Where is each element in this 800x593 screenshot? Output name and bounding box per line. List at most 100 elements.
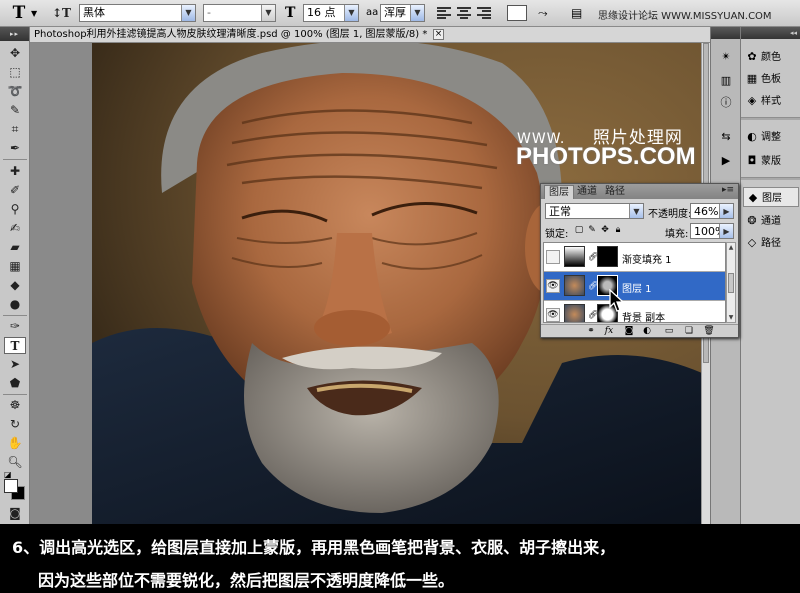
layers-scrollbar[interactable]: ▲ ▼: [726, 242, 736, 323]
dock-item-layers[interactable]: ◆ 图层: [743, 187, 799, 207]
move-tool-icon[interactable]: ✥: [4, 45, 26, 62]
font-style-select[interactable]: - ▼: [203, 4, 276, 22]
adjustment-icon[interactable]: ◐: [641, 326, 653, 337]
toolbox-grip[interactable]: ▸▸: [0, 27, 29, 41]
dock-item-styles[interactable]: ◈ 样式: [743, 91, 799, 111]
warp-text-icon[interactable]: ⤳: [538, 4, 556, 22]
tool-preset-dropdown-icon[interactable]: ▼: [31, 9, 37, 27]
text-color-swatch[interactable]: [507, 5, 527, 21]
path-selection-tool-icon[interactable]: ➤: [4, 356, 26, 373]
fill-label: 填充:: [665, 229, 689, 240]
tab-layers[interactable]: 图层: [544, 185, 574, 199]
layer-row[interactable]: 👁︎ 🔗︎ 背景 副本: [544, 301, 725, 322]
dock-item-adjustments[interactable]: ◐ 调整: [743, 127, 799, 147]
chevron-down-icon[interactable]: ▼: [344, 5, 358, 21]
actions-icon[interactable]: ▶: [718, 153, 734, 169]
3d-rotate-tool-icon[interactable]: ☸: [4, 397, 26, 414]
brush-tool-icon[interactable]: ✐: [4, 182, 26, 199]
dodge-tool-icon[interactable]: ●: [4, 296, 26, 313]
adjustments-icon: ◐: [747, 130, 757, 143]
align-left-button[interactable]: [436, 5, 452, 21]
eye-icon[interactable]: 👁︎: [546, 308, 560, 322]
layers-icon: ◆: [748, 191, 758, 204]
chevron-down-icon[interactable]: ▼: [629, 204, 643, 218]
navigator-icon[interactable]: ✴: [718, 49, 734, 65]
new-layer-icon[interactable]: ❏: [683, 326, 695, 337]
chevron-right-icon[interactable]: ▶: [719, 204, 733, 218]
font-family-select[interactable]: 黑体 ▼: [79, 4, 196, 22]
quick-selection-tool-icon[interactable]: ✎: [4, 102, 26, 119]
dock-item-color[interactable]: ✿ 颜色: [743, 47, 799, 67]
pen-tool-icon[interactable]: ✑: [4, 318, 26, 335]
align-right-button[interactable]: [476, 5, 492, 21]
opacity-field[interactable]: 46% ▶: [690, 203, 734, 219]
history-icon[interactable]: ⇆: [718, 129, 734, 145]
link-icon[interactable]: ⚭: [585, 326, 597, 337]
info-icon[interactable]: ⓘ: [718, 95, 734, 111]
quick-mask-icon[interactable]: ◙: [4, 505, 26, 522]
text-orientation-icon[interactable]: ↕T: [52, 4, 71, 22]
mouse-cursor-icon: [609, 289, 625, 312]
eye-icon[interactable]: 👁︎: [546, 279, 560, 293]
group-icon[interactable]: ▭: [663, 326, 675, 337]
dock-collapse-icon[interactable]: ◂◂: [741, 27, 800, 39]
marquee-tool-icon[interactable]: ⬚: [4, 64, 26, 81]
font-style-value: -: [207, 6, 211, 19]
dock-item-masks[interactable]: ◘ 蒙版: [743, 151, 799, 171]
dock-item-label: 色板: [761, 74, 781, 85]
eyedropper-tool-icon[interactable]: ✒: [4, 140, 26, 157]
eraser-tool-icon[interactable]: ▰: [4, 239, 26, 256]
chevron-down-icon[interactable]: ▼: [181, 5, 195, 21]
document-tab[interactable]: Photoshop利用外挂滤镜提高人物皮肤纹理清晰度.psd @ 100% (图…: [30, 27, 710, 43]
clone-stamp-tool-icon[interactable]: ⚲: [4, 201, 26, 218]
trash-icon[interactable]: 🗑︎: [703, 326, 715, 337]
scroll-up-icon[interactable]: ▲: [727, 243, 735, 252]
mask-icon[interactable]: ◙: [623, 326, 635, 337]
type-tool-icon[interactable]: T: [4, 337, 26, 354]
character-panel-icon[interactable]: ▤: [571, 4, 589, 22]
dock-item-label: 调整: [761, 132, 781, 143]
lock-position-icon[interactable]: ✥: [600, 225, 610, 235]
zoom-tool-icon[interactable]: 🔍︎: [4, 454, 26, 471]
close-icon[interactable]: ×: [433, 29, 444, 40]
dock-grip[interactable]: [711, 27, 740, 39]
layer-row[interactable]: 👁︎ 🔗︎ 图层 1: [544, 272, 725, 301]
blur-tool-icon[interactable]: ◆: [4, 277, 26, 294]
layer-row[interactable]: 🔗︎ 渐变填充 1: [544, 243, 725, 272]
fx-icon[interactable]: fx: [603, 326, 615, 337]
hand-tool-icon[interactable]: ✋: [4, 435, 26, 452]
blend-mode-select[interactable]: 正常 ▼: [545, 203, 644, 219]
foreground-color-swatch[interactable]: [4, 479, 18, 493]
chevron-right-icon[interactable]: ▶: [719, 224, 733, 238]
mask-thumbnail[interactable]: [597, 246, 618, 267]
chevron-down-icon[interactable]: ▼: [410, 5, 424, 21]
default-colors-icon[interactable]: ◪: [4, 470, 12, 479]
lock-transparency-icon[interactable]: ▢: [574, 225, 584, 235]
dock-item-paths[interactable]: ◇ 路径: [743, 233, 799, 253]
panel-menu-icon[interactable]: ▸≡: [722, 185, 734, 195]
healing-brush-tool-icon[interactable]: ✚: [4, 163, 26, 180]
tab-channels[interactable]: 通道: [573, 185, 601, 199]
fill-field[interactable]: 100% ▶: [690, 223, 734, 239]
lock-all-icon[interactable]: 🔒︎: [613, 225, 623, 235]
dock-item-swatches[interactable]: ▦ 色板: [743, 69, 799, 89]
tab-paths[interactable]: 路径: [601, 185, 629, 199]
gradient-tool-icon[interactable]: ▦: [4, 258, 26, 275]
align-center-button[interactable]: [456, 5, 472, 21]
crop-tool-icon[interactable]: ⌗: [4, 121, 26, 138]
chevron-down-icon[interactable]: ▼: [261, 5, 275, 21]
antialias-select[interactable]: 浑厚 ▼: [380, 4, 425, 22]
shape-tool-icon[interactable]: ⬟: [4, 375, 26, 392]
scrollbar-thumb[interactable]: [728, 273, 734, 293]
font-size-select[interactable]: 16 点 ▼: [303, 4, 359, 22]
history-brush-tool-icon[interactable]: ✍: [4, 220, 26, 237]
lasso-tool-icon[interactable]: ➰: [4, 83, 26, 100]
3d-orbit-tool-icon[interactable]: ↻: [4, 416, 26, 433]
dock-item-channels[interactable]: ❂ 通道: [743, 211, 799, 231]
scroll-down-icon[interactable]: ▼: [727, 313, 735, 322]
lock-pixels-icon[interactable]: ✎: [587, 225, 597, 235]
type-tool-icon[interactable]: T: [6, 3, 32, 23]
histogram-icon[interactable]: ▥: [718, 73, 734, 89]
font-size-value: 16 点: [307, 6, 336, 19]
visibility-toggle[interactable]: [546, 250, 560, 264]
